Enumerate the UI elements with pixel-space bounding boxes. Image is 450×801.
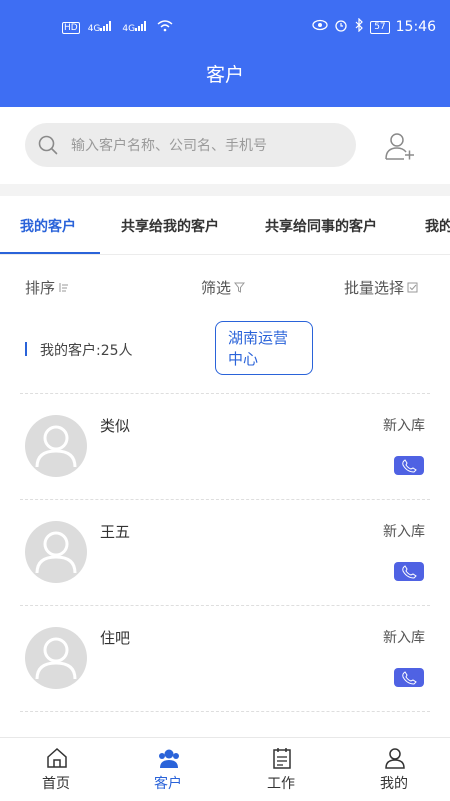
tab-more[interactable]: 我的 [425,216,450,236]
customers-icon [159,749,179,768]
nav-customers[interactable]: 客户 [112,738,224,801]
wifi-icon [157,20,173,35]
battery-indicator: 57 [370,20,390,34]
alarm-icon [334,18,348,36]
avatar-icon [25,415,87,477]
signal-icon-2: 4G [122,21,149,34]
nav-label: 工作 [267,776,295,792]
sort-icon [59,283,69,292]
page-title: 客户 [205,64,244,86]
batch-select-label: 批量选择 [344,279,405,297]
status-bar-right: 57 15:46 [312,17,436,36]
customer-summary: 我的客户:25人 湖南运营中心 [0,319,450,393]
tab-shared-with-colleagues[interactable]: 共享给同事的客户 [265,216,377,236]
filter-button[interactable]: 筛选 [201,277,246,298]
customer-tabs: 我的客户 共享给我的客户 共享给同事的客户 我的 [0,196,450,255]
clock-time: 15:46 [395,19,436,35]
nav-home[interactable]: 首页 [0,738,112,801]
eye-icon [312,19,328,35]
filter-label: 筛选 [201,279,232,297]
customer-item[interactable]: 王五 新入库 [0,499,450,605]
hd-indicator: HD [62,21,80,34]
phone-icon[interactable] [394,456,424,475]
search-row [0,107,450,184]
customer-name: 类似 [100,417,131,435]
divider [20,711,430,712]
search-input[interactable] [69,123,343,169]
phone-icon[interactable] [394,562,424,581]
nav-label: 首页 [42,776,70,792]
status-bar: HD 4G 4G 57 15:46 [0,0,450,50]
nav-profile[interactable]: 我的 [338,738,450,801]
customer-count: 我的客户:25人 [40,343,133,359]
app-header: HD 4G 4G 57 15:46 客户 [0,0,450,107]
signal-icon: 4G [88,21,115,34]
bluetooth-icon [354,17,364,36]
phone-icon[interactable] [394,668,424,687]
section-divider [0,184,450,196]
status-bar-left: HD 4G 4G [62,20,173,35]
avatar-icon [25,627,87,689]
customer-status: 新入库 [383,524,425,540]
checkbox-icon [407,282,418,293]
search-icon [38,135,58,155]
customer-item[interactable]: 住吧 新入库 [0,605,450,711]
tab-my-customers[interactable]: 我的客户 [20,216,76,236]
customer-status: 新入库 [383,630,425,646]
customer-item[interactable]: 类似 新入库 [0,393,450,499]
customer-name: 王五 [100,523,131,541]
add-user-icon[interactable] [384,130,416,162]
tab-shared-with-me[interactable]: 共享给我的客户 [121,216,219,236]
calendar-icon [273,748,291,769]
nav-work[interactable]: 工作 [225,738,337,801]
batch-select-button[interactable]: 批量选择 [344,277,418,298]
customer-name: 住吧 [100,629,131,647]
filter-icon [234,282,246,293]
sort-label: 排序 [25,279,56,297]
customer-status: 新入库 [383,418,425,434]
accent-bar [25,342,27,356]
tab-active-indicator [0,252,100,254]
avatar-icon [25,521,87,583]
bottom-nav: 首页 客户 工作 我的 [0,737,450,801]
home-icon [47,747,67,768]
filter-row: 排序 筛选 批量选择 [0,255,450,319]
nav-label: 客户 [154,776,182,792]
org-tag-button[interactable]: 湖南运营中心 [215,321,313,375]
nav-label: 我的 [380,776,408,792]
profile-icon [385,748,405,769]
search-box[interactable] [25,123,356,169]
sort-button[interactable]: 排序 [25,277,69,298]
